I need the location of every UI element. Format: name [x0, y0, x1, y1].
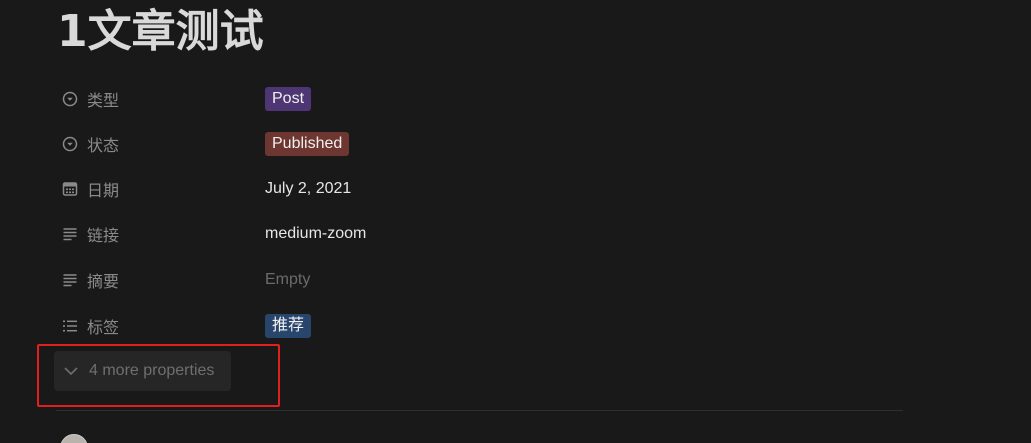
- property-label: 标签: [87, 320, 120, 337]
- property-row-status[interactable]: 状态 Published: [56, 126, 856, 162]
- property-row-type[interactable]: 类型 Post: [56, 81, 856, 117]
- property-value[interactable]: Post: [265, 87, 312, 111]
- page-title[interactable]: 1文章测试: [57, 2, 264, 62]
- property-value[interactable]: 推荐: [265, 314, 312, 338]
- property-row-summary[interactable]: 摘要 Empty: [56, 262, 856, 298]
- property-name[interactable]: 类型: [56, 87, 265, 111]
- multi-select-icon: [61, 317, 79, 335]
- property-label: 日期: [87, 183, 120, 200]
- property-name[interactable]: 摘要: [56, 268, 265, 292]
- property-row-date[interactable]: 日期 July 2, 2021: [56, 171, 856, 207]
- select-icon: [61, 135, 79, 153]
- property-label: 链接: [87, 228, 120, 245]
- chevron-down-icon: [63, 363, 79, 379]
- property-value[interactable]: medium-zoom: [265, 225, 366, 243]
- text-icon: [61, 271, 79, 289]
- property-label: 状态: [87, 138, 120, 155]
- property-row-link[interactable]: 链接 medium-zoom: [56, 216, 856, 252]
- select-icon: [61, 90, 79, 108]
- page: 1文章测试 类型 Post 状态 Published 日期 July 2, 20…: [0, 0, 1031, 443]
- property-label: 摘要: [87, 274, 120, 291]
- tag-post[interactable]: Post: [265, 87, 312, 111]
- tag-published[interactable]: Published: [265, 132, 350, 156]
- property-value[interactable]: Published: [265, 132, 350, 156]
- property-name[interactable]: 链接: [56, 222, 265, 246]
- divider: [56, 410, 903, 411]
- calendar-icon: [61, 180, 79, 198]
- property-name[interactable]: 日期: [56, 177, 265, 201]
- more-properties-label: 4 more properties: [89, 362, 215, 379]
- text-icon: [61, 225, 79, 243]
- more-properties-button[interactable]: 4 more properties: [54, 351, 231, 391]
- tag-recommended[interactable]: 推荐: [265, 314, 312, 338]
- property-label: 类型: [87, 93, 120, 110]
- avatar[interactable]: [60, 434, 88, 443]
- property-name[interactable]: 标签: [56, 314, 265, 338]
- property-value[interactable]: July 2, 2021: [265, 180, 351, 198]
- property-row-tags[interactable]: 标签 推荐: [56, 308, 856, 344]
- property-value-empty[interactable]: Empty: [265, 271, 310, 289]
- property-name[interactable]: 状态: [56, 132, 265, 156]
